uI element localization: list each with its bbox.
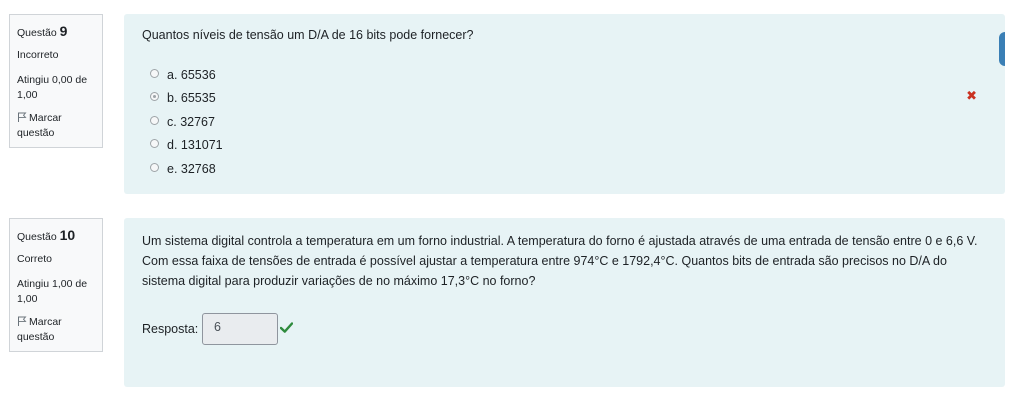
flag-icon: [18, 112, 27, 122]
question-number: Questão 10: [17, 225, 95, 245]
question-text: Um sistema digital controla a temperatur…: [142, 234, 978, 288]
question-state: Incorreto: [17, 49, 59, 62]
answer-label: a. 65536: [167, 68, 216, 82]
question-content-9: Quantos níveis de tensão um D/A de 16 bi…: [124, 14, 1005, 194]
flag-question-link[interactable]: Marcar questão: [17, 315, 95, 345]
question-state: Correto: [17, 253, 53, 266]
answer-label: b. 65535: [167, 91, 216, 105]
question-grade: Atingiu 1,00 de 1,00: [17, 277, 88, 305]
question-label: Questão: [17, 27, 57, 39]
answer-option-e[interactable]: e. 32768: [150, 159, 216, 179]
flag-question-link[interactable]: Marcar questão: [17, 111, 95, 141]
side-drawer-tab[interactable]: [999, 32, 1005, 66]
radio-button[interactable]: [150, 162, 159, 172]
cross-icon: ✖: [966, 88, 977, 103]
answer-option-d[interactable]: d. 131071: [150, 135, 223, 155]
question-grade: Atingiu 0,00 de 1,00: [17, 73, 88, 101]
question-number-value: 10: [59, 227, 76, 243]
radio-button[interactable]: [150, 68, 159, 78]
answer-label: d. 131071: [167, 138, 223, 152]
answer-label: e. 32768: [167, 162, 216, 176]
question-number-value: 9: [59, 23, 68, 39]
question-content-10: Um sistema digital controla a temperatur…: [124, 218, 1005, 387]
flag-icon: [18, 316, 27, 326]
response-label: Resposta:: [142, 322, 199, 336]
question-info-10: Questão 10 Correto Atingiu 1,00 de 1,00 …: [9, 218, 103, 352]
answer-option-c[interactable]: c. 32767: [150, 112, 215, 132]
response-input[interactable]: 6: [202, 313, 278, 345]
radio-button-selected[interactable]: [150, 91, 159, 101]
radio-button[interactable]: [150, 115, 159, 125]
answer-label: c. 32767: [167, 115, 215, 129]
question-number: Questão 9: [17, 21, 95, 41]
check-icon: [280, 322, 293, 333]
question-label: Questão: [17, 231, 57, 243]
answer-option-a[interactable]: a. 65536: [150, 65, 216, 85]
radio-button[interactable]: [150, 138, 159, 148]
question-text: Quantos níveis de tensão um D/A de 16 bi…: [142, 28, 474, 42]
question-info-9: Questão 9 Incorreto Atingiu 0,00 de 1,00…: [9, 14, 103, 148]
answer-option-b[interactable]: b. 65535: [150, 88, 216, 108]
